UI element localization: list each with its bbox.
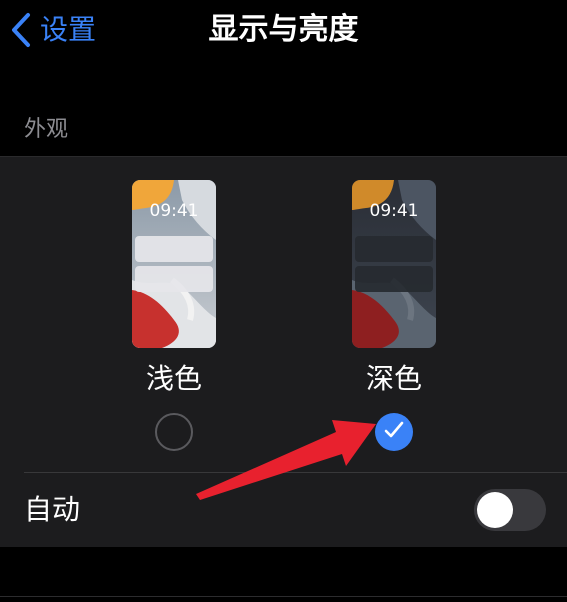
page-title: 显示与亮度 (208, 12, 359, 47)
appearance-option-dark: 09:41 深色 (314, 157, 474, 473)
dark-option-label: 深色 (365, 362, 422, 395)
automatic-toggle[interactable] (474, 489, 546, 531)
appearance-option-light: 09:41 浅色 (94, 157, 254, 473)
preview-time: 09:41 (149, 201, 199, 221)
section-header-appearance: 外观 (24, 117, 69, 142)
dark-radio-button[interactable] (375, 413, 413, 451)
automatic-label: 自动 (24, 493, 81, 526)
light-radio-button[interactable] (155, 413, 193, 451)
toggle-knob (477, 492, 513, 528)
checkmark-icon (384, 421, 404, 443)
appearance-group: 09:41 浅色 09:41 深色 自动 (0, 156, 567, 547)
navigation-bar: 设置 显示与亮度 (0, 0, 567, 62)
dark-mode-preview[interactable]: 09:41 (352, 180, 436, 348)
bottom-divider (0, 596, 567, 597)
automatic-row[interactable]: 自动 (0, 473, 567, 547)
preview-time: 09:41 (369, 201, 419, 221)
light-option-label: 浅色 (145, 362, 202, 395)
light-mode-preview[interactable]: 09:41 (132, 180, 216, 348)
